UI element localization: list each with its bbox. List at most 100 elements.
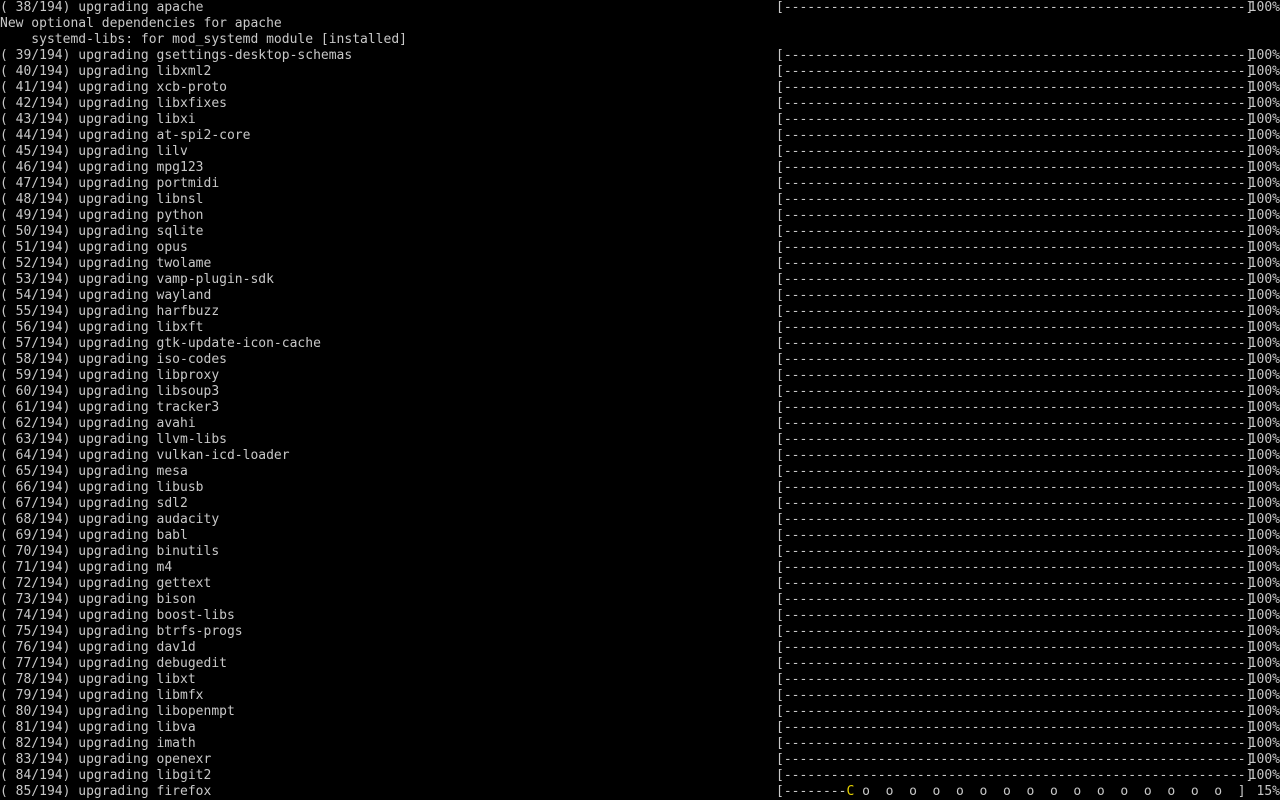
progress-percent: 15% [1248, 784, 1280, 799]
progress-bar: [---------------------------------------… [776, 0, 1254, 15]
progress-percent: 100% [1248, 736, 1280, 751]
progress-message: ( 79/194) upgrading libmfx [0, 688, 204, 703]
progress-message: ( 62/194) upgrading avahi [0, 416, 196, 431]
progress-message: ( 46/194) upgrading mpg123 [0, 160, 204, 175]
progress-bar: [---------------------------------------… [776, 80, 1254, 95]
progress-bar: [---------------------------------------… [776, 560, 1254, 575]
progress-line: ( 42/194) upgrading libxfixes [----------… [0, 96, 1280, 112]
progress-percent: 100% [1248, 272, 1280, 287]
progress-line: ( 40/194) upgrading libxml2 [------------… [0, 64, 1280, 80]
progress-line: ( 67/194) upgrading sdl2 [---------------… [0, 496, 1280, 512]
progress-message: ( 67/194) upgrading sdl2 [0, 496, 188, 511]
progress-line: ( 49/194) upgrading python [-------------… [0, 208, 1280, 224]
progress-bar-filled: [-------- [776, 784, 847, 799]
progress-bar: [---------------------------------------… [776, 320, 1254, 335]
progress-percent: 100% [1248, 176, 1280, 191]
progress-percent: 100% [1248, 752, 1280, 767]
progress-bar-remaining: o o o o o o o o o o o o o o o o ] [854, 784, 1246, 799]
progress-line: ( 38/194) upgrading apache [-------------… [0, 0, 1280, 16]
progress-line: ( 56/194) upgrading libxft [-------------… [0, 320, 1280, 336]
progress-line: ( 52/194) upgrading twolame [------------… [0, 256, 1280, 272]
progress-line: ( 79/194) upgrading libmfx [-------------… [0, 688, 1280, 704]
progress-message: ( 64/194) upgrading vulkan-icd-loader [0, 448, 290, 463]
progress-line: ( 71/194) upgrading m4 [-----------------… [0, 560, 1280, 576]
progress-percent: 100% [1248, 656, 1280, 671]
progress-line: ( 78/194) upgrading libxt [--------------… [0, 672, 1280, 688]
progress-percent: 100% [1248, 224, 1280, 239]
progress-message: ( 82/194) upgrading imath [0, 736, 196, 751]
progress-message: ( 76/194) upgrading dav1d [0, 640, 196, 655]
progress-message: ( 50/194) upgrading sqlite [0, 224, 204, 239]
progress-percent: 100% [1248, 464, 1280, 479]
progress-line: ( 58/194) upgrading iso-codes [----------… [0, 352, 1280, 368]
progress-line: ( 74/194) upgrading boost-libs [---------… [0, 608, 1280, 624]
progress-message: ( 71/194) upgrading m4 [0, 560, 173, 575]
progress-percent: 100% [1248, 320, 1280, 335]
progress-percent: 100% [1248, 480, 1280, 495]
progress-percent: 100% [1248, 304, 1280, 319]
progress-percent: 100% [1248, 624, 1280, 639]
terminal-screen[interactable]: ( 38/194) upgrading apache [-------------… [0, 0, 1280, 800]
progress-percent: 100% [1248, 576, 1280, 591]
progress-bar: [---------------------------------------… [776, 192, 1254, 207]
progress-line: ( 66/194) upgrading libusb [-------------… [0, 480, 1280, 496]
progress-line: ( 62/194) upgrading avahi [--------------… [0, 416, 1280, 432]
progress-message: ( 55/194) upgrading harfbuzz [0, 304, 220, 319]
progress-percent: 100% [1248, 592, 1280, 607]
progress-percent: 100% [1248, 448, 1280, 463]
progress-bar: [---------------------------------------… [776, 592, 1254, 607]
progress-percent: 100% [1248, 672, 1280, 687]
progress-line: ( 81/194) upgrading libva [--------------… [0, 720, 1280, 736]
progress-percent: 100% [1248, 0, 1280, 15]
progress-percent: 100% [1248, 192, 1280, 207]
progress-line: ( 57/194) upgrading gtk-update-icon-cach… [0, 336, 1280, 352]
progress-line: ( 47/194) upgrading portmidi [-----------… [0, 176, 1280, 192]
progress-message: ( 41/194) upgrading xcb-proto [0, 80, 227, 95]
progress-line: ( 50/194) upgrading sqlite [-------------… [0, 224, 1280, 240]
progress-bar: [---------------------------------------… [776, 64, 1254, 79]
progress-bar: [---------------------------------------… [776, 416, 1254, 431]
progress-message: ( 66/194) upgrading libusb [0, 480, 204, 495]
progress-bar: [---------------------------------------… [776, 432, 1254, 447]
progress-message: ( 54/194) upgrading wayland [0, 288, 212, 303]
progress-bar: [---------------------------------------… [776, 720, 1254, 735]
progress-message: ( 68/194) upgrading audacity [0, 512, 220, 527]
progress-percent: 100% [1248, 288, 1280, 303]
progress-percent: 100% [1248, 416, 1280, 431]
progress-percent: 100% [1248, 256, 1280, 271]
progress-line: ( 54/194) upgrading wayland [------------… [0, 288, 1280, 304]
progress-line: ( 60/194) upgrading libsoup3 [-----------… [0, 384, 1280, 400]
progress-percent: 100% [1248, 336, 1280, 351]
progress-bar: [---------------------------------------… [776, 624, 1254, 639]
progress-bar: [---------------------------------------… [776, 688, 1254, 703]
progress-percent: 100% [1248, 64, 1280, 79]
progress-message: ( 51/194) upgrading opus [0, 240, 188, 255]
progress-message: ( 42/194) upgrading libxfixes [0, 96, 227, 111]
progress-line: ( 76/194) upgrading dav1d [--------------… [0, 640, 1280, 656]
progress-percent: 100% [1248, 720, 1280, 735]
progress-percent: 100% [1248, 512, 1280, 527]
progress-line: ( 48/194) upgrading libnsl [-------------… [0, 192, 1280, 208]
progress-message: ( 45/194) upgrading lilv [0, 144, 188, 159]
progress-bar: [---------------------------------------… [776, 448, 1254, 463]
progress-message: ( 49/194) upgrading python [0, 208, 204, 223]
progress-message: ( 65/194) upgrading mesa [0, 464, 188, 479]
progress-bar: [---------------------------------------… [776, 128, 1254, 143]
progress-message: ( 58/194) upgrading iso-codes [0, 352, 227, 367]
progress-line: ( 82/194) upgrading imath [--------------… [0, 736, 1280, 752]
progress-bar: [---------------------------------------… [776, 176, 1254, 191]
progress-message: ( 80/194) upgrading libopenmpt [0, 704, 235, 719]
progress-bar: [---------------------------------------… [776, 464, 1254, 479]
progress-line: ( 39/194) upgrading gsettings-desktop-sc… [0, 48, 1280, 64]
progress-percent: 100% [1248, 496, 1280, 511]
progress-line: ( 53/194) upgrading vamp-plugin-sdk [----… [0, 272, 1280, 288]
progress-line: ( 46/194) upgrading mpg123 [-------------… [0, 160, 1280, 176]
progress-percent: 100% [1248, 352, 1280, 367]
progress-message: ( 74/194) upgrading boost-libs [0, 608, 235, 623]
progress-message: ( 73/194) upgrading bison [0, 592, 196, 607]
progress-message: ( 75/194) upgrading btrfs-progs [0, 624, 243, 639]
progress-line: ( 69/194) upgrading babl [---------------… [0, 528, 1280, 544]
progress-message: ( 72/194) upgrading gettext [0, 576, 212, 591]
progress-message: ( 85/194) upgrading firefox [0, 784, 212, 799]
progress-bar: [---------------------------------------… [776, 496, 1254, 511]
